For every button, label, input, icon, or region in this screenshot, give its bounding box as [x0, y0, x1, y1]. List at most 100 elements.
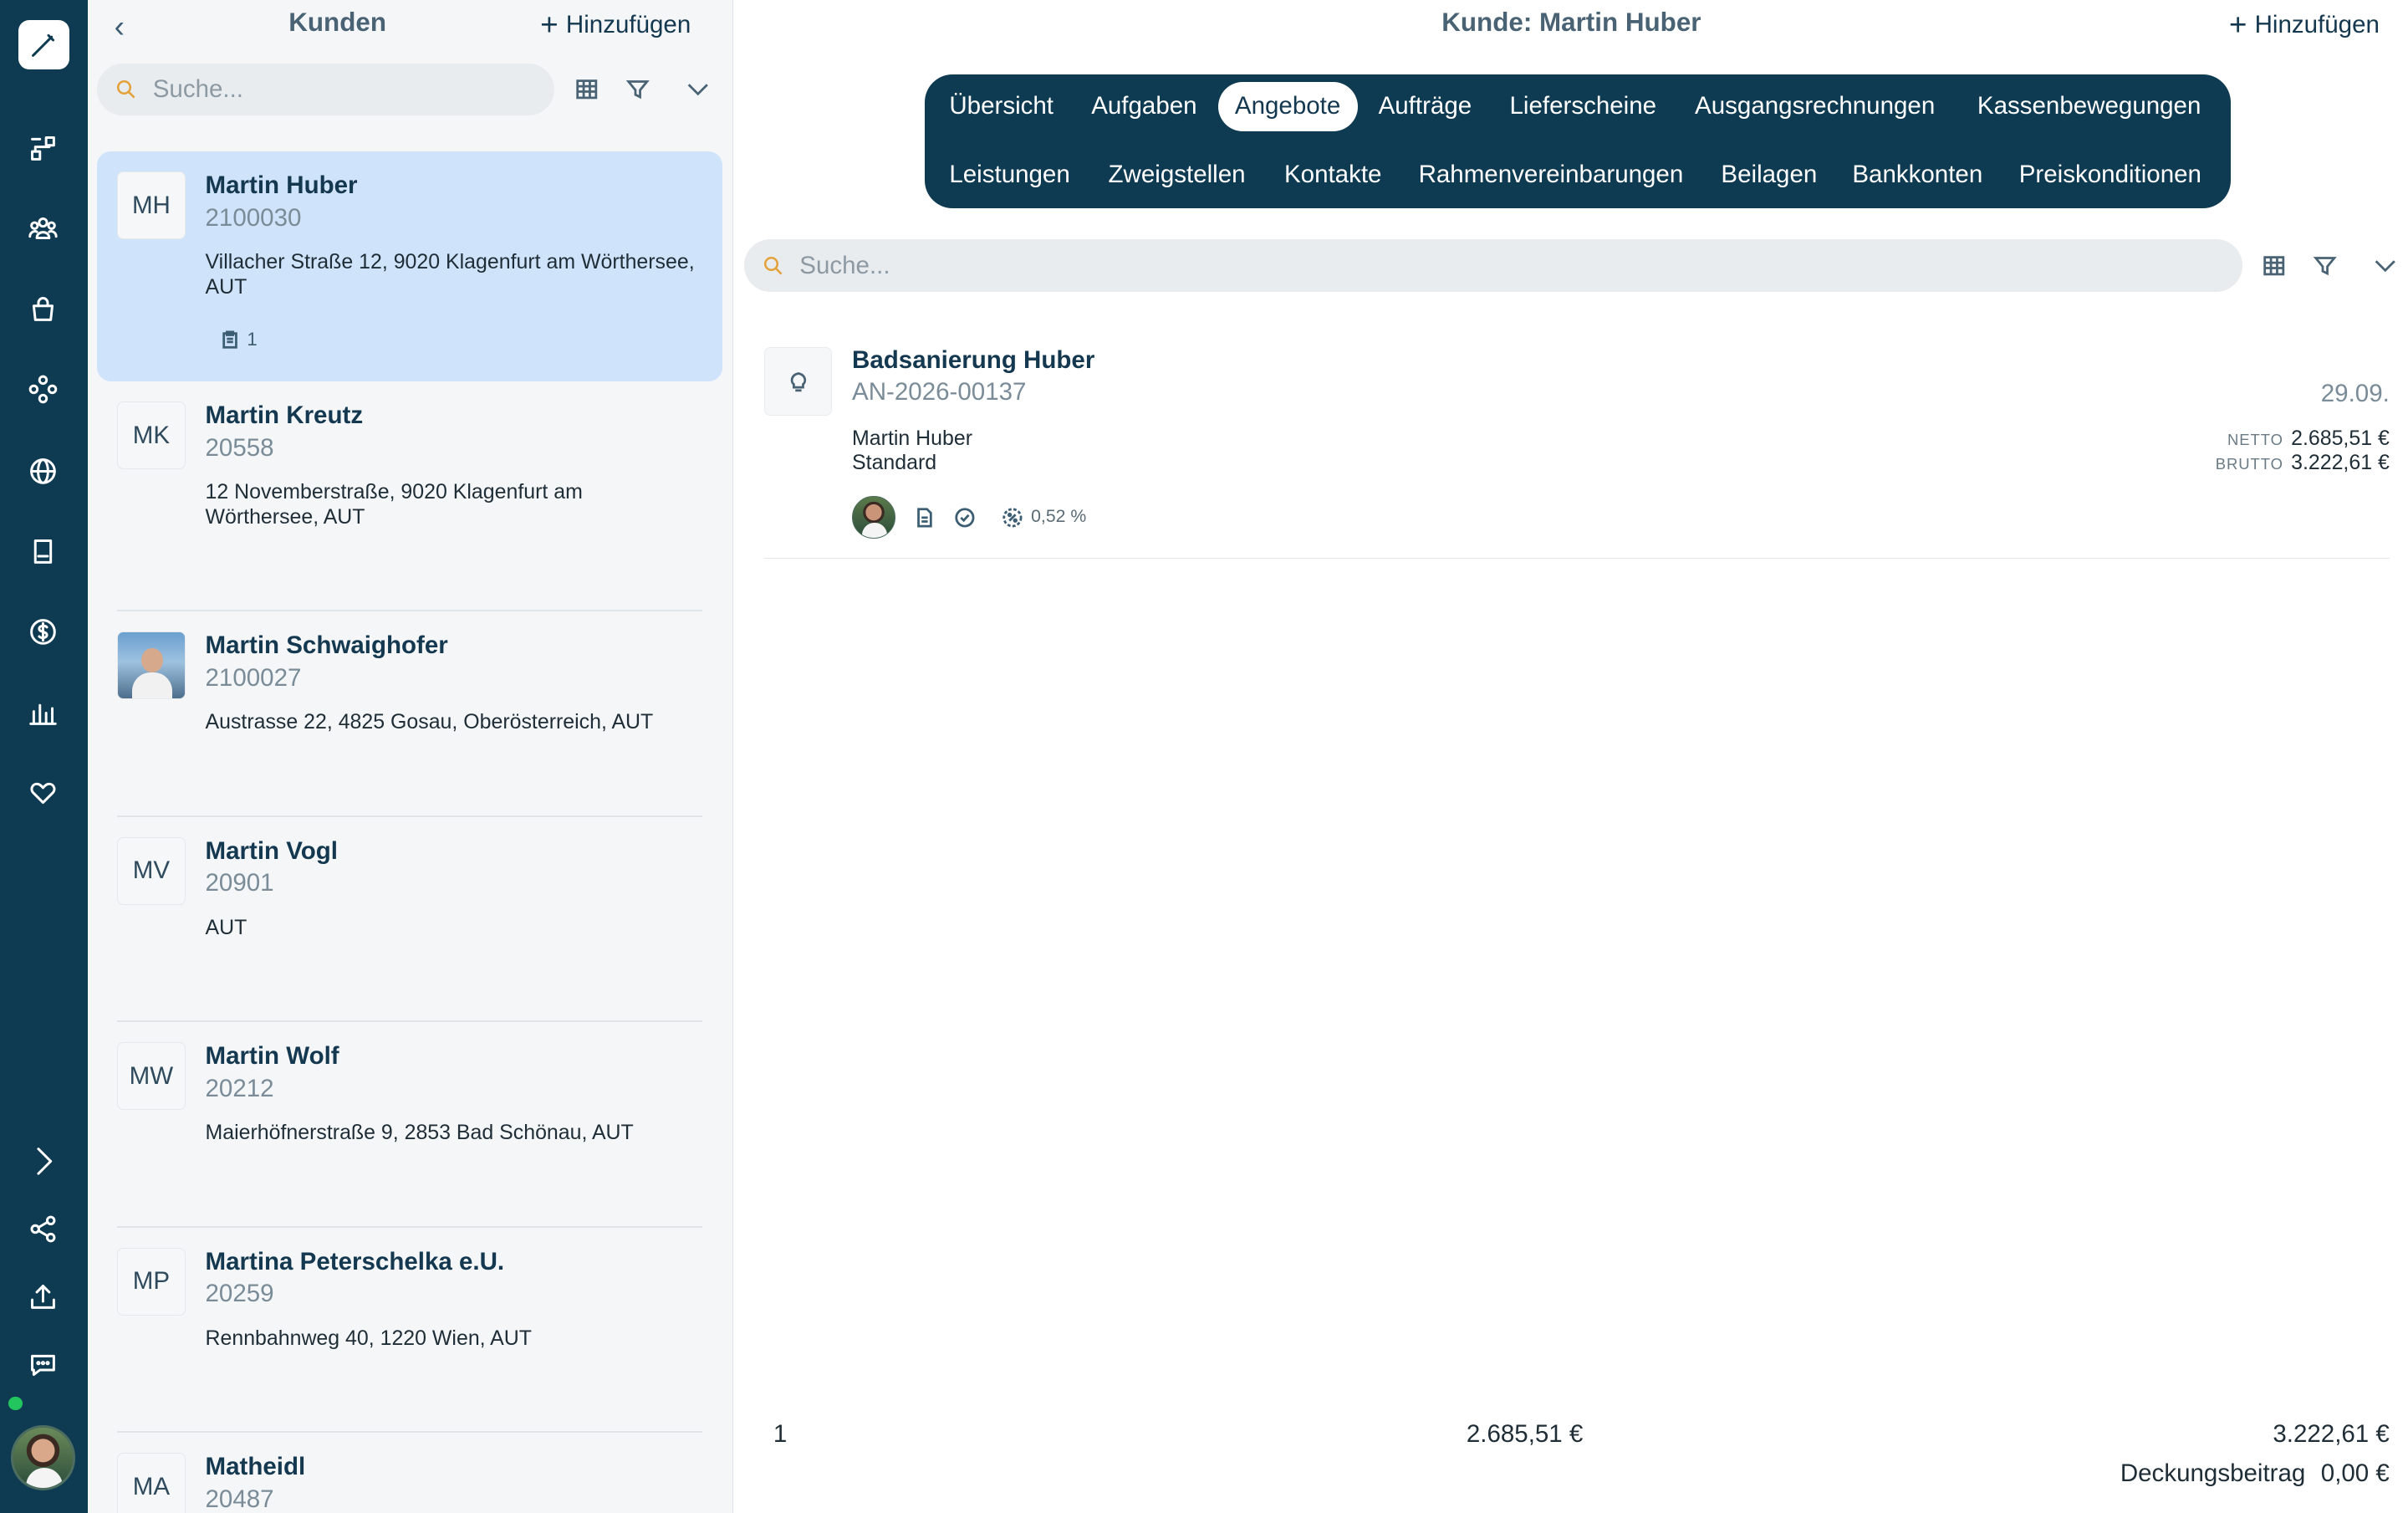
add-label: Hinzufügen — [565, 10, 691, 38]
users-icon[interactable] — [22, 207, 65, 250]
search-input[interactable] — [150, 74, 544, 105]
customer-list-header: ‹ Kunden + Hinzufügen — [88, 0, 733, 53]
flow-icon[interactable] — [22, 126, 65, 170]
customer-address: AUT — [205, 915, 247, 939]
customer-name: Martina Peterschelka e.U. — [205, 1247, 505, 1275]
filter-icon[interactable] — [2308, 248, 2342, 283]
customer-name: Matheidl — [205, 1453, 306, 1481]
pen-logo-icon[interactable] — [18, 20, 70, 70]
plus-icon: + — [2228, 8, 2247, 43]
customer-name: Martin Vogl — [205, 836, 339, 865]
check-circle-icon[interactable] — [954, 507, 976, 529]
tab-kassenbewegungen[interactable]: Kassenbewegungen — [1961, 82, 2218, 131]
customer-card-martin-wolf[interactable]: MW Martin Wolf 20212 Maierhöfnerstraße 9… — [97, 1022, 722, 1228]
margin-value: 0,00 € — [2320, 1459, 2390, 1487]
add-customer-button[interactable]: + Hinzufügen — [540, 8, 691, 43]
tab-uebersicht[interactable]: Übersicht — [932, 82, 1070, 131]
tab-beilagen[interactable]: Beilagen — [1704, 150, 1834, 199]
tab-angebote[interactable]: Angebote — [1217, 81, 1358, 131]
tab-leistungen[interactable]: Leistungen — [932, 150, 1087, 199]
customer-number: 20259 — [205, 1280, 274, 1308]
table-view-icon[interactable] — [569, 73, 604, 107]
heart-icon[interactable] — [22, 772, 65, 815]
chart-icon[interactable] — [22, 692, 65, 735]
offer-type: Standard — [852, 451, 937, 475]
customer-number: 20487 — [205, 1485, 274, 1513]
tab-bankkonten[interactable]: Bankkonten — [1835, 150, 2000, 199]
customer-avatar: MK — [117, 401, 186, 470]
offer-brutto: BRUTTO 3.222,61 € — [2216, 451, 2390, 475]
customer-detail-panel: Kunde: Martin Huber + Hinzufügen Übersich… — [734, 0, 2408, 1513]
customer-number: 20212 — [205, 1074, 274, 1102]
offer-search[interactable] — [743, 239, 2243, 292]
share-icon[interactable] — [22, 1208, 65, 1251]
panel-title: Kunden — [288, 8, 386, 38]
offer-meta-icons: 0,52 % — [852, 495, 1087, 539]
offer-customer: Martin Huber Standard — [852, 427, 972, 476]
search-input[interactable] — [796, 249, 2129, 282]
tab-kontakte[interactable]: Kontakte — [1268, 150, 1399, 199]
upload-icon[interactable] — [22, 1275, 65, 1319]
tab-aufgaben[interactable]: Aufgaben — [1074, 82, 1214, 131]
tab-zweigstellen[interactable]: Zweigstellen — [1091, 150, 1263, 199]
table-view-icon[interactable] — [2257, 248, 2291, 283]
netto-label: NETTO — [2227, 430, 2283, 448]
filter-icon[interactable] — [620, 73, 655, 107]
book-icon[interactable] — [22, 529, 65, 573]
chevron-right-icon[interactable] — [22, 1139, 65, 1183]
chat-icon[interactable] — [22, 1343, 65, 1387]
customer-address: Villacher Straße 12, 9020 Klagenfurt am … — [205, 250, 695, 299]
customer-card-matheidl[interactable]: MA Matheidl 20487 — [97, 1433, 722, 1513]
brutto-label: BRUTTO — [2215, 455, 2283, 473]
customer-address: Rennbahnweg 40, 1220 Wien, AUT — [205, 1326, 532, 1350]
add-label: Hinzufügen — [2254, 10, 2380, 38]
user-avatar[interactable] — [10, 1425, 76, 1490]
back-arrow-icon[interactable]: ‹ — [115, 9, 125, 44]
customer-address: Austrasse 22, 4825 Gosau, Oberösterreich… — [205, 710, 654, 734]
gear-percent-icon — [1002, 507, 1023, 527]
customer-search[interactable] — [97, 63, 554, 116]
customer-card-martin-kreutz[interactable]: MK Martin Kreutz 20558 12 Novemberstraße… — [97, 381, 722, 612]
tab-preiskonditionen[interactable]: Preiskonditionen — [2002, 150, 2218, 199]
tab-lieferscheine[interactable]: Lieferscheine — [1492, 82, 1673, 131]
plus-icon: + — [540, 8, 559, 43]
footer-count: 1 — [773, 1420, 788, 1449]
document-count-badge: 1 — [221, 329, 258, 350]
footer-netto-total: 2.685,51 € — [1466, 1420, 1584, 1449]
offer-row[interactable]: Badsanierung Huber AN-2026-00137 29.09. … — [763, 340, 2390, 560]
customer-card-martina-peterschelka[interactable]: MP Martina Peterschelka e.U. 20259 Rennb… — [97, 1228, 722, 1434]
bag-icon[interactable] — [22, 287, 65, 330]
customer-name: Martin Huber — [205, 171, 358, 199]
tab-ausgangsrechnungen[interactable]: Ausgangsrechnungen — [1678, 82, 1952, 131]
dollar-icon[interactable] — [22, 610, 65, 653]
customer-card-martin-huber[interactable]: MH Martin Huber 2100030 Villacher Straße… — [97, 151, 722, 381]
tab-auftraege[interactable]: Aufträge — [1361, 82, 1488, 131]
chevron-down-icon[interactable] — [681, 73, 715, 107]
chevron-down-icon[interactable] — [2368, 248, 2402, 283]
add-offer-button[interactable]: + Hinzufügen — [2228, 8, 2380, 43]
customer-card-martin-vogl[interactable]: MV Martin Vogl 20901 AUT — [97, 817, 722, 1023]
globe-icon[interactable] — [22, 449, 65, 493]
tab-bar: Übersicht Aufgaben Angebote Aufträge Lie… — [924, 74, 2231, 209]
customer-number: 20901 — [205, 869, 274, 897]
percent-value: 0,52 % — [1031, 507, 1087, 527]
search-icon — [117, 80, 135, 99]
customer-card-martin-schwaighofer[interactable]: Martin Schwaighofer 2100027 Austrasse 22… — [97, 611, 722, 817]
offer-customer-name: Martin Huber — [852, 426, 972, 450]
assignee-avatar[interactable] — [852, 495, 895, 539]
customer-avatar: MW — [117, 1042, 186, 1111]
brutto-value: 3.222,61 € — [2291, 451, 2390, 475]
tab-rahmenvereinbarungen[interactable]: Rahmenvereinbarungen — [1401, 150, 1700, 199]
online-status-dot — [8, 1395, 23, 1412]
netto-value: 2.685,51 € — [2291, 426, 2390, 450]
customer-name: Martin Wolf — [205, 1042, 339, 1071]
customer-number: 2100027 — [205, 663, 302, 692]
customer-address: 12 Novemberstraße, 9020 Klagenfurt am Wö… — [205, 480, 583, 529]
search-icon — [763, 256, 783, 275]
customer-avatar: MH — [117, 171, 186, 240]
document-icon[interactable] — [914, 507, 936, 529]
network-icon[interactable] — [22, 367, 65, 411]
offer-date: 29.09. — [2320, 380, 2390, 408]
customer-name: Martin Kreutz — [205, 401, 364, 429]
customer-list-panel: ‹ Kunden +Hinzufügen MH Martin Huber 210… — [88, 0, 733, 1513]
